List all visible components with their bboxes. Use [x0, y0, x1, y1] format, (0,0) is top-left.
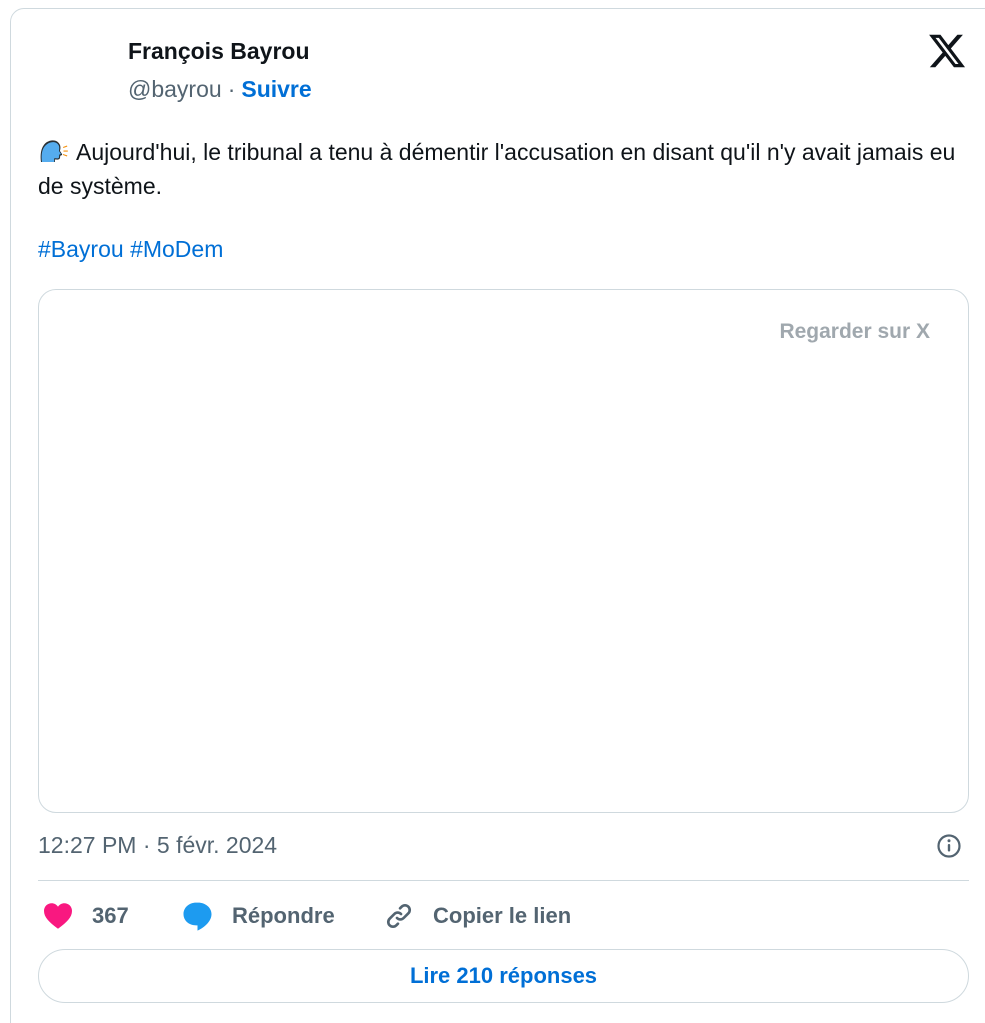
reply-bubble-icon [183, 902, 212, 931]
copy-link-button[interactable]: Copier le lien [383, 898, 571, 934]
divider [38, 880, 969, 881]
author-handle[interactable]: @bayrou [128, 76, 222, 102]
like-button[interactable]: 367 [42, 898, 129, 934]
heart-icon [44, 903, 72, 929]
tweet-text: Aujourd'hui, le tribunal a tenu à dément… [38, 135, 973, 203]
author-handle-row: @bayrou · Suivre [128, 76, 312, 103]
video-media-container[interactable]: Regarder sur X [38, 289, 969, 813]
hashtag-list: #Bayrou #MoDem [38, 236, 223, 263]
tweet-body: Aujourd'hui, le tribunal a tenu à dément… [38, 139, 956, 199]
copy-link-label: Copier le lien [433, 903, 572, 928]
like-count: 367 [92, 903, 129, 928]
speaking-head-emoji-icon [40, 140, 68, 162]
hashtag-bayrou[interactable]: #Bayrou [38, 236, 124, 262]
watch-on-x-link[interactable]: Regarder sur X [779, 320, 930, 344]
avatar[interactable] [38, 38, 110, 110]
handle-separator: · [227, 76, 236, 102]
author-name[interactable]: François Bayrou [128, 38, 310, 65]
follow-button[interactable]: Suivre [241, 76, 311, 102]
x-logo-icon[interactable] [927, 31, 967, 71]
link-icon [386, 903, 412, 929]
reply-button[interactable]: Répondre [181, 898, 335, 934]
tweet-timestamp[interactable]: 12:27 PM · 5 févr. 2024 [38, 832, 277, 859]
read-replies-button[interactable]: Lire 210 réponses [38, 949, 969, 1003]
hashtag-modem[interactable]: #MoDem [130, 236, 223, 262]
info-icon[interactable] [936, 833, 962, 859]
reply-label: Répondre [232, 903, 335, 928]
